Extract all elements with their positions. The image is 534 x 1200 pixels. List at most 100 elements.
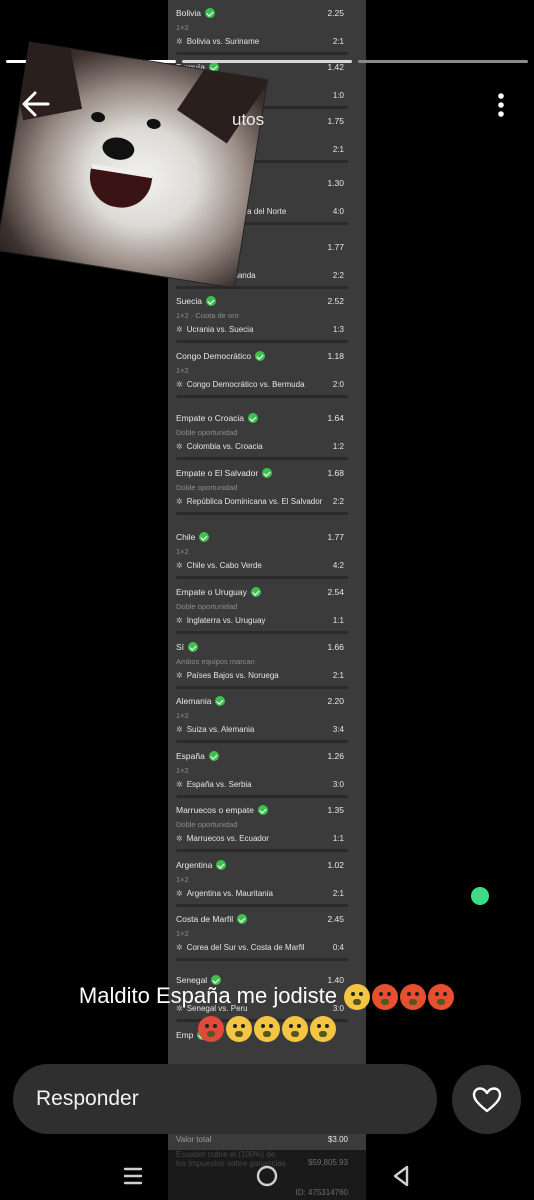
bet-selection: Empate o Croacia: [176, 413, 259, 423]
back-nav-icon[interactable]: [388, 1163, 414, 1189]
bet-selection: Suecia: [176, 296, 216, 306]
bet-market: Doble oportunidad: [176, 428, 238, 437]
divider: [176, 740, 348, 743]
story-title-fragment: utos: [232, 110, 265, 129]
bet-score: 4:0: [332, 207, 344, 216]
divider: [176, 904, 348, 907]
hot-emoji-icon: [372, 984, 399, 1011]
progress-segment: [182, 60, 352, 63]
bet-score: 2:1: [332, 37, 344, 46]
bet-score: 1:1: [332, 616, 344, 625]
bet-item: Argentina 1.02 1×2 ✲ Argentina vs. Mauritani…: [168, 860, 366, 910]
bet-match: ✲ Chile vs. Cabo Verde: [176, 561, 262, 570]
cry-emoji-icon: [226, 1016, 252, 1043]
bet-match: ✲ Congo Democrático vs. Bermuda: [176, 380, 305, 389]
soccer-ball-icon: ✲: [176, 37, 183, 46]
bet-selection: Empate o Uruguay: [176, 587, 261, 597]
bet-selection: Costa de Marfil: [176, 914, 248, 924]
bet-odds: 1.68: [327, 468, 344, 478]
bet-market: Ambos equipos marcan: [176, 657, 255, 666]
system-nav-bar: [0, 1150, 534, 1200]
divider: [176, 395, 348, 398]
divider: [176, 286, 348, 289]
check-icon: [250, 587, 261, 597]
bet-odds: 2.25: [327, 8, 344, 18]
hot-emoji-icon: [428, 984, 455, 1011]
bet-odds: 2.20: [327, 696, 344, 706]
bet-item: Marruecos o empate 1.35 Doble oportunidad ✲…: [168, 805, 366, 855]
bet-item: Bolivia 2.25 1×2 ✲ Bolivia vs. Suriname 2:1: [168, 8, 366, 58]
bet-item: Sí 1.66 Ambos equipos marcan ✲ Países Bajos …: [168, 642, 366, 692]
bet-odds: 1.77: [327, 532, 344, 542]
censor-emoji-icon: [198, 1016, 224, 1043]
bet-market: Doble oportunidad: [176, 820, 238, 829]
like-button[interactable]: [452, 1065, 521, 1134]
check-icon: [199, 532, 210, 542]
bet-score: 3:0: [332, 780, 344, 789]
soccer-ball-icon: ✲: [176, 497, 183, 506]
bet-selection: Congo Democrático: [176, 351, 266, 361]
bet-market: 1×2: [176, 711, 189, 720]
check-icon: [262, 468, 273, 478]
soccer-ball-icon: ✲: [176, 725, 183, 734]
back-arrow-icon[interactable]: [18, 86, 54, 122]
bet-score: 3:4: [332, 725, 344, 734]
soccer-ball-icon: ✲: [176, 943, 183, 952]
bet-score: 1:0: [332, 91, 344, 100]
bet-score: 1:1: [332, 834, 344, 843]
bet-score: 0:4: [332, 943, 344, 952]
more-options-icon[interactable]: [488, 90, 514, 120]
bet-market: 1×2: [176, 366, 189, 375]
dog-sticker: [0, 42, 267, 288]
bet-match: ✲ Corea del Sur vs. Costa de Marfil: [176, 943, 305, 952]
reply-placeholder: Responder: [36, 1087, 139, 1110]
bet-odds: 1.02: [327, 860, 344, 870]
bet-score: 2:0: [332, 380, 344, 389]
soccer-ball-icon: ✲: [176, 671, 183, 680]
bet-item: España 1.26 1×2 ✲ España vs. Serbia 3:0: [168, 751, 366, 801]
bet-item: Empate o Uruguay 2.54 Doble oportunidad ✲ In…: [168, 587, 366, 637]
check-icon: [215, 696, 226, 706]
bet-score: 2:1: [332, 889, 344, 898]
bet-odds: 1.66: [327, 642, 344, 652]
online-status-dot: [471, 887, 489, 905]
bet-odds: 2.45: [327, 914, 344, 924]
bet-score: 1:3: [332, 325, 344, 334]
soccer-ball-icon: ✲: [176, 325, 183, 334]
bet-match: ✲ Bolivia vs. Suriname: [176, 37, 260, 46]
recent-apps-icon[interactable]: [120, 1163, 146, 1189]
divider: [176, 686, 348, 689]
bet-match: ✲ República Dominicana vs. El Salvador: [176, 497, 323, 506]
bet-match: ✲ Ucrania vs. Suecia: [176, 325, 254, 334]
divider: [176, 457, 348, 460]
home-icon[interactable]: [254, 1163, 280, 1189]
bet-odds: 1.42: [327, 62, 344, 72]
soccer-ball-icon: ✲: [176, 780, 183, 789]
soccer-ball-icon: ✲: [176, 561, 183, 570]
reply-input[interactable]: Responder: [13, 1064, 437, 1134]
bet-match: ✲ Marruecos vs. Ecuador: [176, 834, 269, 843]
bet-selection: España: [176, 751, 219, 761]
cry-emoji-icon: [310, 1016, 336, 1043]
bet-score: 2:2: [332, 497, 344, 506]
scream-emoji-icon: [344, 984, 371, 1011]
divider: [176, 576, 348, 579]
bet-odds: 2.54: [327, 587, 344, 597]
bet-item: Empate o Croacia 1.64 Doble oportunidad ✲ Co…: [168, 413, 366, 463]
bet-market: Doble oportunidad: [176, 602, 238, 611]
bet-selection: Alemania: [176, 696, 226, 706]
check-icon: [237, 914, 248, 924]
divider: [176, 795, 348, 798]
bet-item: Costa de Marfil 2.45 1×2 ✲ Corea del Sur vs.…: [168, 914, 366, 964]
bet-item: Congo Democrático 1.18 1×2 ✲ Congo Democráti…: [168, 351, 366, 401]
bet-match: ✲ España vs. Serbia: [176, 780, 252, 789]
bet-selection: Argentina: [176, 860, 227, 870]
soccer-ball-icon: ✲: [176, 616, 183, 625]
bet-item: Alemania 2.20 1×2 ✲ Suiza vs. Alemania 3:4: [168, 696, 366, 746]
total-row: Valor total $3.00: [176, 1135, 348, 1144]
bet-match: ✲ Colombia vs. Croacia: [176, 442, 263, 451]
bet-match: ✲ Países Bajos vs. Noruega: [176, 671, 279, 680]
bet-selection: Marruecos o empate: [176, 805, 268, 815]
heart-icon: [472, 1086, 501, 1112]
bet-odds: 1.18: [327, 351, 344, 361]
